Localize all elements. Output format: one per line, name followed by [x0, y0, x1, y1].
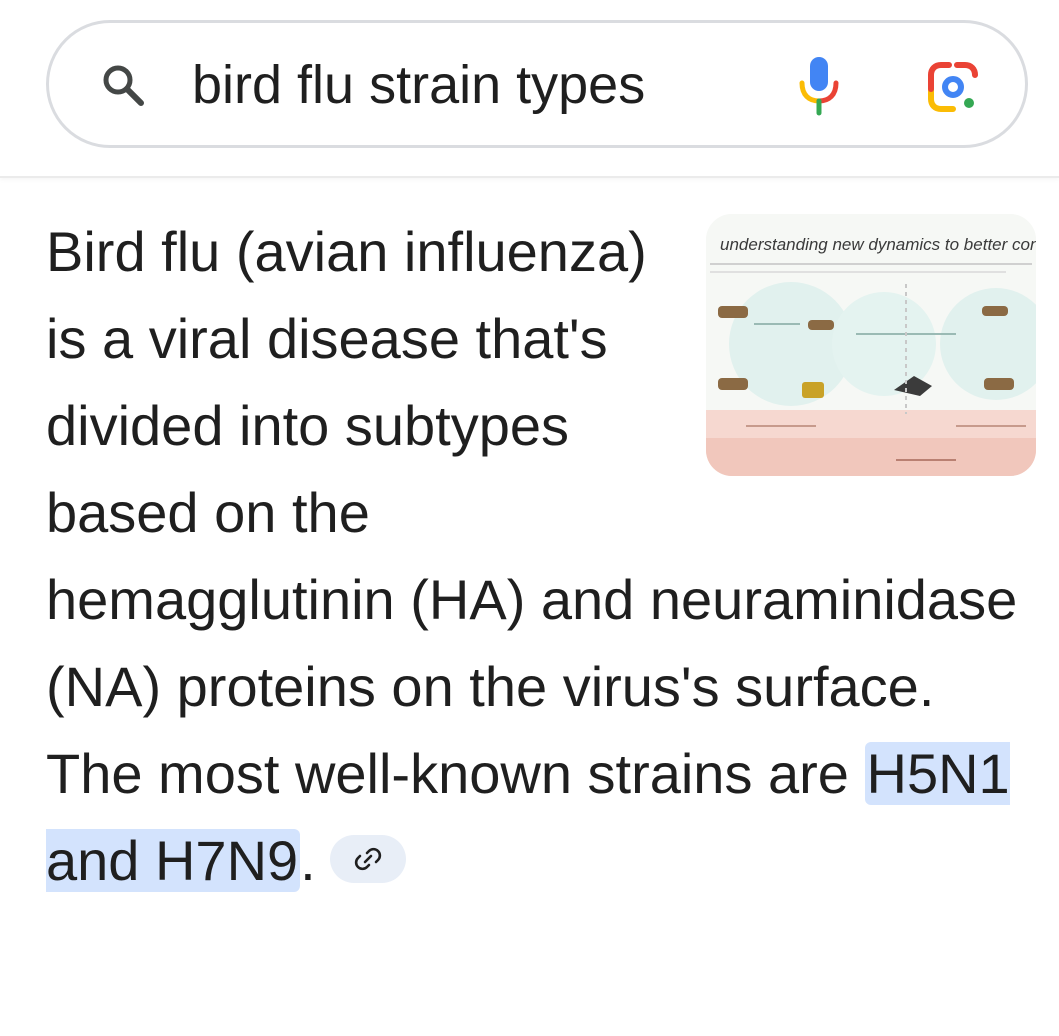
source-link-chip[interactable] [329, 835, 406, 884]
mic-icon[interactable] [797, 55, 841, 117]
link-icon [354, 848, 381, 871]
google-lens-icon[interactable] [925, 59, 981, 115]
overview-text-end: . [300, 829, 316, 892]
overview-thumbnail[interactable]: understanding new dynamics to better con [706, 214, 1036, 476]
search-icon[interactable] [99, 61, 147, 109]
thumbnail-caption: understanding new dynamics to better con [720, 235, 1036, 254]
search-header: bird flu strain types [0, 0, 1059, 178]
search-input[interactable]: bird flu strain types [192, 53, 645, 117]
search-bar[interactable]: bird flu strain types [46, 20, 1028, 148]
ai-overview: understanding new dynamics to better con… [46, 200, 1036, 904]
diagram-thumbnail-image: understanding new dynamics to better con [706, 214, 1036, 476]
